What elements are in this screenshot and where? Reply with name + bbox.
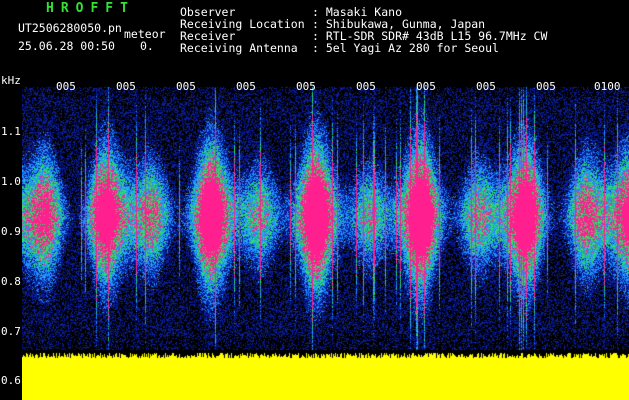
x-tick: 0100 bbox=[594, 80, 621, 93]
y-tick: 1.1 bbox=[1, 125, 21, 138]
x-tick: 005 bbox=[296, 80, 316, 93]
datetime-label: 25.06.28 00:50 bbox=[18, 39, 115, 53]
x-tick: 005 bbox=[356, 80, 376, 93]
y-tick: 0.8 bbox=[1, 275, 21, 288]
app-title: HROFFT bbox=[46, 1, 135, 16]
x-tick: 005 bbox=[176, 80, 196, 93]
x-tick: 005 bbox=[116, 80, 136, 93]
hrofft-window: HROFFT UT2506280050.pn meteor 25.06.28 0… bbox=[0, 0, 629, 400]
x-tick: 005 bbox=[536, 80, 556, 93]
y-tick: 1.0 bbox=[1, 175, 21, 188]
x-tick: 005 bbox=[416, 80, 436, 93]
antenna-value: : 5el Yagi Az 280 for Seoul bbox=[312, 41, 499, 55]
y-tick: 0.9 bbox=[1, 225, 21, 238]
y-unit-label: kHz bbox=[1, 74, 21, 87]
y-tick: 0.6 bbox=[1, 374, 21, 387]
filename-label: UT2506280050.pn bbox=[18, 21, 122, 35]
spectrogram bbox=[22, 78, 629, 400]
x-tick: 005 bbox=[56, 80, 76, 93]
x-tick: 005 bbox=[236, 80, 256, 93]
y-tick: 0.7 bbox=[1, 325, 21, 338]
count-label: 0. bbox=[140, 39, 154, 53]
x-tick: 005 bbox=[476, 80, 496, 93]
antenna-label: Receiving Antenna bbox=[180, 41, 298, 55]
